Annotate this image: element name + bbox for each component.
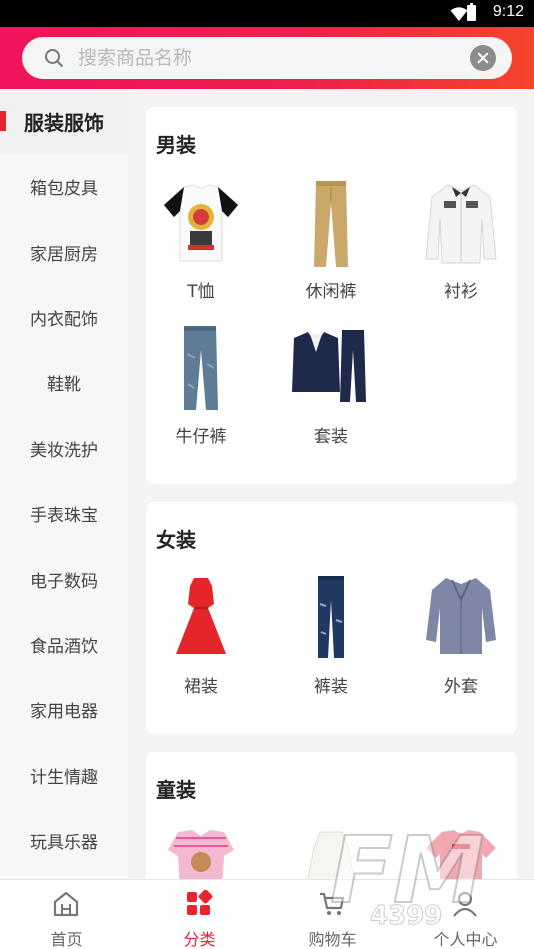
product-label: T恤 — [187, 282, 215, 302]
sidebar-item-home-kitchen[interactable]: 家居厨房 — [0, 219, 128, 284]
section-title: 男装 — [156, 133, 196, 157]
product-label: 裤装 — [314, 677, 348, 697]
sidebar-item-label: 鞋靴 — [47, 375, 81, 396]
sidebar-item-watches-jewelry[interactable]: 手表珠宝 — [0, 481, 128, 546]
sidebar-item-label: 服装服饰 — [24, 111, 104, 135]
product-item[interactable]: 裤装 — [276, 574, 386, 714]
coat-image — [426, 578, 496, 654]
kids-tshirt-image — [426, 830, 496, 879]
section-title: 童装 — [156, 778, 196, 802]
sidebar-item-bags[interactable]: 箱包皮具 — [0, 154, 128, 219]
sidebar-item-beauty[interactable]: 美妆洗护 — [0, 416, 128, 481]
sidebar-item-label: 计生情趣 — [30, 767, 98, 788]
search-input[interactable] — [78, 37, 458, 79]
cart-icon — [320, 892, 345, 915]
women-jeans-image — [318, 576, 344, 658]
product-item[interactable] — [146, 828, 256, 879]
section-men: 男装 T恤 休闲裤 衬衫 牛仔裤 套装 — [146, 107, 517, 484]
kids-dress-image — [307, 831, 355, 879]
sidebar-item-label: 内衣配饰 — [30, 309, 98, 330]
tab-label: 首页 — [50, 930, 83, 949]
sidebar-item-appliances[interactable]: 家用电器 — [0, 677, 128, 742]
product-label: 休闲裤 — [305, 282, 357, 302]
product-label: 衬衫 — [444, 282, 478, 302]
dress-image — [176, 578, 226, 654]
home-icon — [53, 891, 79, 917]
sidebar-item-label: 家居厨房 — [30, 244, 98, 265]
search-icon — [45, 49, 63, 67]
sidebar-item-underwear[interactable]: 内衣配饰 — [0, 285, 128, 350]
sidebar-item-label: 家用电器 — [30, 702, 98, 723]
status-time: 9:12 — [492, 3, 524, 20]
product-label: 外套 — [444, 677, 478, 697]
bottom-tab-bar: 首页 分类 购物车 个人中心 — [0, 879, 534, 949]
tab-cart[interactable]: 购物车 — [266, 880, 399, 949]
tab-label: 个人中心 — [433, 930, 498, 949]
sidebar-item-food-drinks[interactable]: 食品酒饮 — [0, 612, 128, 677]
product-item[interactable]: 套装 — [276, 324, 386, 464]
tab-label: 分类 — [183, 930, 216, 949]
category-content: 男装 T恤 休闲裤 衬衫 牛仔裤 套装 女装 裙装 裤装 外套 童装 — [128, 89, 534, 879]
sidebar-item-toys[interactable]: 玩具乐器 — [0, 808, 128, 873]
user-icon — [453, 891, 477, 917]
product-item[interactable] — [276, 828, 386, 879]
pants-image — [314, 181, 348, 267]
sidebar-item-label: 食品酒饮 — [30, 636, 98, 657]
product-item[interactable] — [406, 828, 516, 879]
category-sidebar: 服装服饰 箱包皮具 家居厨房 内衣配饰 鞋靴 美妆洗护 手表珠宝 电子数码 食品… — [0, 89, 128, 879]
tab-category[interactable]: 分类 — [133, 880, 266, 949]
suit-image — [292, 330, 366, 402]
section-title: 女装 — [156, 528, 196, 552]
sidebar-item-label: 箱包皮具 — [30, 179, 98, 200]
tab-home[interactable]: 首页 — [0, 880, 133, 949]
tab-label: 购物车 — [308, 930, 357, 949]
shirt-image — [425, 184, 497, 264]
sidebar-item-shoes[interactable]: 鞋靴 — [0, 350, 128, 415]
sidebar-item-label: 手表珠宝 — [30, 506, 98, 527]
sidebar-item-electronics[interactable]: 电子数码 — [0, 546, 128, 611]
product-item[interactable]: 休闲裤 — [276, 179, 386, 319]
sidebar-item-clothing[interactable]: 服装服饰 — [0, 89, 128, 154]
product-item[interactable]: 外套 — [406, 574, 516, 714]
sidebar-item-adult[interactable]: 计生情趣 — [0, 743, 128, 808]
product-item[interactable]: 衬衫 — [406, 179, 516, 319]
tshirt-image — [163, 184, 239, 262]
sidebar-item-label: 美妆洗护 — [30, 440, 98, 461]
product-label: 套装 — [314, 427, 348, 447]
wifi-icon — [450, 7, 468, 21]
tab-profile[interactable]: 个人中心 — [399, 880, 532, 949]
status-bar: 9:12 — [0, 0, 534, 27]
kids-pajamas-image — [168, 830, 234, 879]
product-item[interactable]: 裙装 — [146, 574, 256, 714]
section-women: 女装 裙装 裤装 外套 — [146, 502, 517, 734]
category-icon — [187, 890, 213, 915]
product-label: 裙装 — [184, 677, 218, 697]
search-bar[interactable] — [22, 37, 512, 79]
clear-icon[interactable] — [470, 45, 496, 71]
header — [0, 27, 534, 89]
jeans-image — [184, 326, 218, 410]
battery-icon — [467, 3, 476, 21]
sidebar-item-label: 电子数码 — [30, 571, 98, 592]
sidebar-item-label: 玩具乐器 — [30, 833, 98, 854]
section-kids: 童装 — [146, 752, 517, 879]
product-item[interactable]: T恤 — [146, 179, 256, 319]
product-item[interactable]: 牛仔裤 — [146, 324, 256, 464]
product-label: 牛仔裤 — [175, 427, 227, 447]
